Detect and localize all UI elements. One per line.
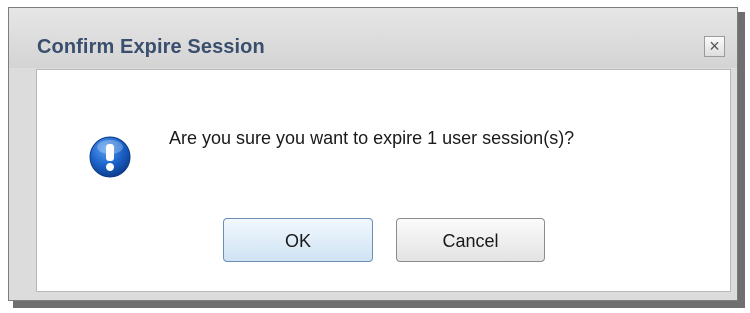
dialog-title: Confirm Expire Session: [37, 36, 265, 58]
cancel-button[interactable]: Cancel: [396, 218, 545, 262]
alert-exclamation-icon: [89, 136, 131, 178]
confirm-dialog: Confirm Expire Session × Are you sure yo…: [8, 7, 738, 301]
confirm-message: Are you sure you want to expire 1 user s…: [169, 128, 575, 148]
dialog-titlebar[interactable]: Confirm Expire Session ×: [9, 8, 737, 68]
ok-button[interactable]: OK: [223, 218, 373, 262]
close-button[interactable]: ×: [704, 36, 725, 57]
dialog-content: Are you sure you want to expire 1 user s…: [36, 69, 731, 292]
